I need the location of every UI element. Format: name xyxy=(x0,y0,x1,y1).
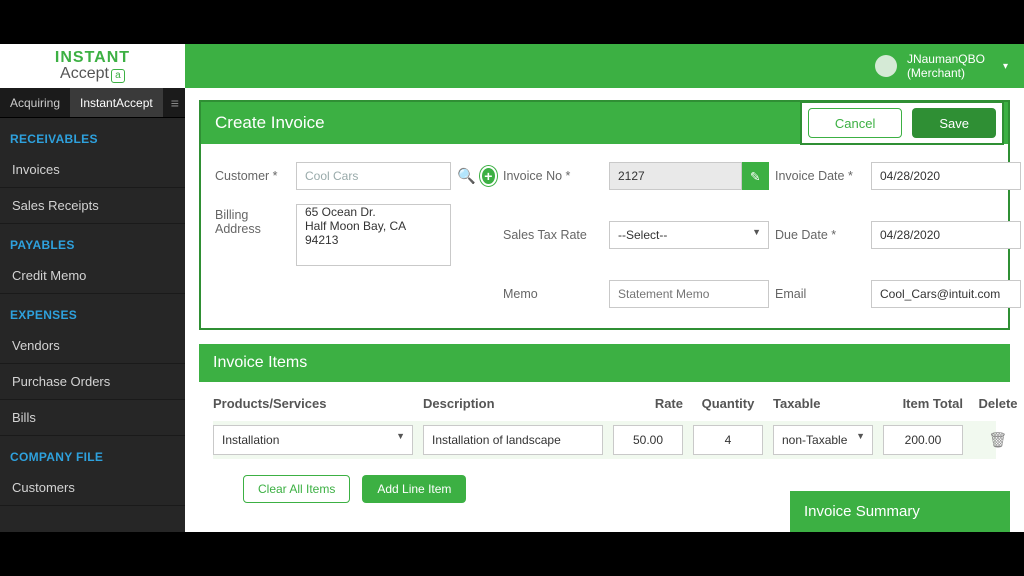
col-products: Products/Services xyxy=(213,396,413,411)
label-customer: Customer * xyxy=(215,169,290,183)
logo-line1: INSTANT xyxy=(55,49,130,66)
label-billing: Billing Address xyxy=(215,204,290,236)
line-rate-input[interactable] xyxy=(613,425,683,455)
page-title: Create Invoice xyxy=(215,113,325,133)
save-button[interactable]: Save xyxy=(912,108,996,138)
invoice-items-title: Invoice Items xyxy=(199,344,1010,382)
logo-line2: Accept xyxy=(60,65,109,82)
sidebar-item-bills[interactable]: Bills xyxy=(0,400,185,436)
sidebar-item-invoices[interactable]: Invoices xyxy=(0,152,185,188)
app-logo: INSTANT Accepta xyxy=(0,44,185,88)
line-item-row: 🗑 xyxy=(213,421,996,459)
sidebar: Acquiring InstantAccept ≡ RECEIVABLES In… xyxy=(0,88,185,532)
section-company-file: COMPANY FILE xyxy=(0,436,185,470)
search-icon[interactable]: 🔍 xyxy=(457,166,476,186)
line-total-input[interactable] xyxy=(883,425,963,455)
label-memo: Memo xyxy=(503,287,603,301)
invoice-no-input[interactable] xyxy=(609,162,742,190)
label-email: Email xyxy=(775,287,865,301)
customer-input[interactable] xyxy=(296,162,451,190)
col-quantity: Quantity xyxy=(693,396,763,411)
label-invoice-date: Invoice Date * xyxy=(775,169,865,183)
line-product-select[interactable] xyxy=(213,425,413,455)
section-receivables: RECEIVABLES xyxy=(0,118,185,152)
invoice-date-input[interactable] xyxy=(871,162,1021,190)
label-invoice-no: Invoice No * xyxy=(503,169,603,183)
due-date-input[interactable] xyxy=(871,221,1021,249)
hamburger-icon[interactable]: ≡ xyxy=(163,95,187,111)
section-expenses: EXPENSES xyxy=(0,294,185,328)
user-menu[interactable]: JNaumanQBO (Merchant) xyxy=(907,52,985,81)
section-payables: PAYABLES xyxy=(0,224,185,258)
logo-badge: a xyxy=(111,69,125,83)
sidebar-item-credit-memo[interactable]: Credit Memo xyxy=(0,258,185,294)
sidebar-item-sales-receipts[interactable]: Sales Receipts xyxy=(0,188,185,224)
add-customer-icon[interactable]: + xyxy=(480,166,497,186)
cancel-button[interactable]: Cancel xyxy=(808,108,902,138)
memo-input[interactable] xyxy=(609,280,769,308)
sidebar-item-vendors[interactable]: Vendors xyxy=(0,328,185,364)
line-description-input[interactable] xyxy=(423,425,603,455)
col-description: Description xyxy=(423,396,603,411)
user-role: (Merchant) xyxy=(907,66,985,80)
col-rate: Rate xyxy=(613,396,683,411)
tab-instantaccept[interactable]: InstantAccept xyxy=(70,88,163,117)
label-tax-rate: Sales Tax Rate xyxy=(503,228,603,242)
col-delete: Delete xyxy=(973,396,1023,411)
invoice-summary-header[interactable]: Invoice Summary xyxy=(790,491,1010,532)
edit-invoice-no-button[interactable]: ✎ xyxy=(742,162,769,190)
page-header: Create Invoice Cancel Save xyxy=(199,100,1010,144)
add-line-item-button[interactable]: Add Line Item xyxy=(362,475,466,503)
user-name: JNaumanQBO xyxy=(907,52,985,66)
tab-acquiring[interactable]: Acquiring xyxy=(0,88,70,117)
sidebar-item-customers[interactable]: Customers xyxy=(0,470,185,506)
sidebar-item-purchase-orders[interactable]: Purchase Orders xyxy=(0,364,185,400)
billing-address-input[interactable]: 65 Ocean Dr. Half Moon Bay, CA 94213 xyxy=(296,204,451,266)
line-taxable-select[interactable] xyxy=(773,425,873,455)
clear-items-button[interactable]: Clear All Items xyxy=(243,475,350,503)
email-input[interactable] xyxy=(871,280,1021,308)
pencil-icon: ✎ xyxy=(750,169,760,184)
avatar[interactable] xyxy=(875,55,897,77)
label-due-date: Due Date * xyxy=(775,228,865,242)
line-qty-input[interactable] xyxy=(693,425,763,455)
tax-rate-select[interactable] xyxy=(609,221,769,249)
chevron-down-icon[interactable]: ▾ xyxy=(1003,61,1008,72)
col-taxable: Taxable xyxy=(773,396,873,411)
trash-icon[interactable]: 🗑 xyxy=(973,431,1023,449)
col-item-total: Item Total xyxy=(883,396,963,411)
